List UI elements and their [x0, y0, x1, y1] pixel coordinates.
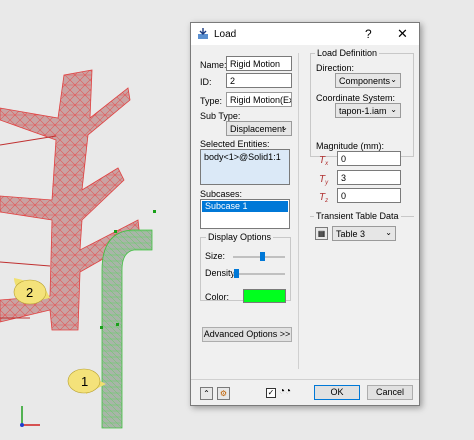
id-label: ID:	[200, 77, 212, 87]
preview-checkbox[interactable]: ✓	[266, 388, 276, 398]
ty-field[interactable]: 3	[337, 170, 401, 185]
load-dialog: Load ? ✕ Name: Rigid Motion ID: 2 Type: …	[190, 22, 420, 406]
axis-triad	[20, 406, 40, 427]
advanced-options-button[interactable]: Advanced Options >>	[202, 327, 292, 342]
green-mesh-part[interactable]	[100, 210, 156, 429]
callout-2-label: 2	[26, 285, 33, 300]
column-divider	[298, 53, 299, 369]
chevron-down-icon: ⌄	[390, 105, 397, 114]
subcases-label: Subcases:	[200, 189, 243, 199]
callout-1: 1	[67, 368, 106, 394]
size-slider-thumb[interactable]	[259, 252, 265, 261]
color-label: Color:	[205, 292, 230, 302]
type-label: Type:	[200, 96, 223, 106]
ty-symbol: Ty	[319, 174, 329, 186]
direction-label: Direction:	[316, 63, 355, 73]
coordinate-system-value: tapon-1.iam	[339, 106, 387, 116]
load-definition-title: Load Definition	[315, 48, 380, 58]
type-select[interactable]: Rigid Motion(Exp	[226, 92, 292, 107]
density-slider-thumb[interactable]	[233, 269, 239, 278]
subtype-value: Displacement	[230, 124, 285, 134]
selected-entities-label: Selected Entities:	[200, 139, 270, 149]
chevron-down-icon: ⌄	[281, 123, 288, 132]
direction-select[interactable]: Components ⌄	[335, 73, 401, 88]
chevron-down-icon: ⌄	[385, 228, 392, 237]
settings-icon[interactable]: ⚙	[217, 387, 230, 400]
subtype-label: Sub Type:	[200, 111, 241, 121]
coordinate-system-label: Coordinate System:	[316, 93, 396, 103]
type-value: Rigid Motion(Exp	[230, 95, 292, 105]
tz-field[interactable]: 0	[337, 188, 401, 203]
coordinate-system-select[interactable]: tapon-1.iam ⌄	[335, 103, 401, 118]
callout-1-label: 1	[81, 374, 88, 389]
dialog-titlebar[interactable]: Load ? ✕	[191, 23, 419, 45]
ok-button[interactable]: OK	[314, 385, 360, 400]
display-options-title: Display Options	[206, 232, 274, 242]
glasses-icon: ◔◔	[279, 386, 292, 397]
transient-title: Transient Table Data	[314, 211, 401, 221]
chevron-down-icon: ⌄	[390, 75, 397, 84]
magnitude-label: Magnitude (mm):	[316, 141, 385, 151]
direction-value: Components	[339, 76, 391, 86]
dialog-footer: ⌃ ⚙ ✓ ◔◔ OK Cancel	[191, 379, 419, 405]
help-button[interactable]: ?	[365, 27, 372, 41]
display-options-group: Display Options Size: Density: Color:	[200, 232, 291, 303]
selected-entity-item[interactable]: body<1>@Solid1:1	[204, 152, 281, 162]
name-label: Name:	[200, 60, 227, 70]
table-icon[interactable]: ▦	[315, 227, 328, 240]
transient-table-value: Table 3	[336, 229, 366, 239]
close-button[interactable]: ✕	[397, 26, 408, 42]
transient-table-select[interactable]: Table 3 ⌄	[332, 226, 396, 241]
name-field[interactable]: Rigid Motion	[226, 56, 292, 71]
selected-entities-list[interactable]: body<1>@Solid1:1	[200, 149, 290, 185]
load-icon	[198, 28, 208, 39]
cancel-button[interactable]: Cancel	[367, 385, 413, 400]
collapse-icon[interactable]: ⌃	[200, 387, 213, 400]
subtype-select[interactable]: Displacement ⌄	[226, 121, 292, 136]
tx-field[interactable]: 0	[337, 151, 401, 166]
color-swatch[interactable]	[243, 289, 286, 303]
size-label: Size:	[205, 251, 226, 261]
density-slider[interactable]	[233, 273, 285, 275]
tx-symbol: Tx	[319, 155, 329, 167]
id-field[interactable]: 2	[226, 73, 292, 88]
subcases-list[interactable]: Subcase 1	[200, 199, 290, 229]
subcase-item[interactable]: Subcase 1	[202, 201, 288, 212]
dialog-title: Load	[214, 28, 237, 40]
tz-symbol: Tz	[319, 192, 329, 204]
